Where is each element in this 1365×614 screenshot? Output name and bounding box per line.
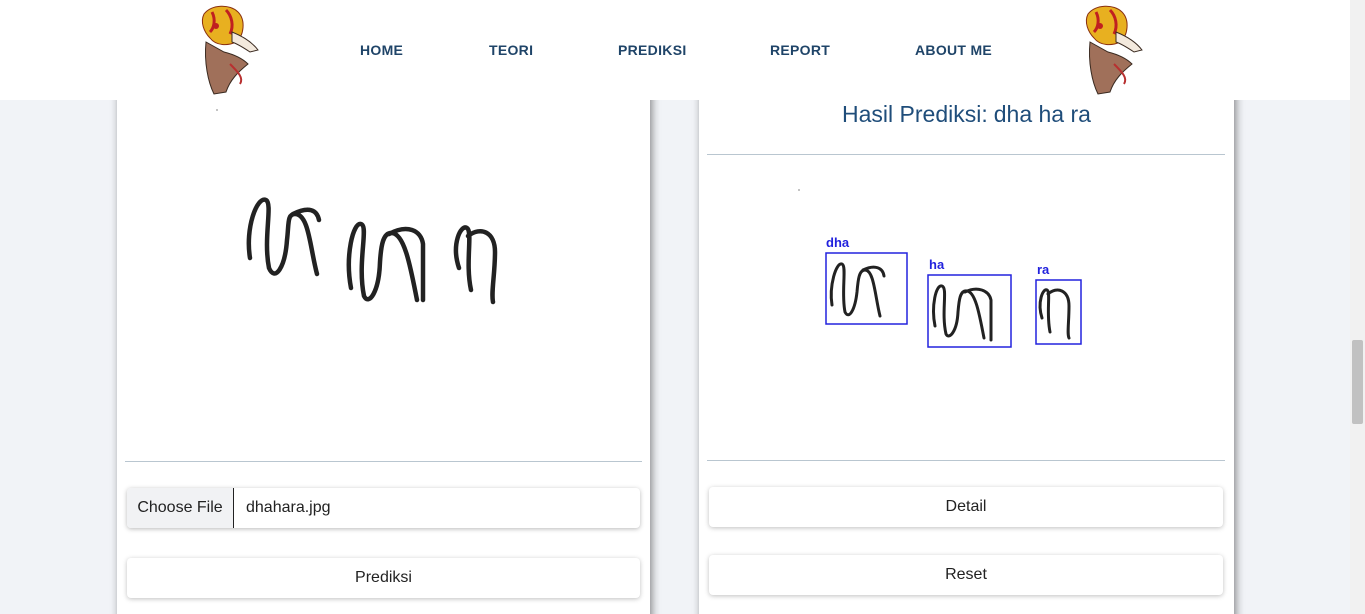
detection-label: ha (929, 257, 945, 272)
detection-box-dha (825, 252, 908, 325)
wayang-logo[interactable] (186, 2, 264, 97)
reset-button[interactable]: Reset (709, 555, 1223, 595)
nav-home[interactable]: HOME (360, 42, 403, 58)
divider (707, 460, 1225, 461)
scrollbar-thumb[interactable] (1352, 340, 1363, 424)
detection-label: ra (1037, 262, 1050, 277)
divider (125, 461, 642, 462)
wayang-logo (1085, 5, 1143, 95)
nav-report[interactable]: REPORT (770, 42, 830, 58)
page: Choose File dhahara.jpg Prediksi Hasil P… (0, 0, 1365, 614)
selected-file-name: dhahara.jpg (246, 499, 331, 516)
nav-prediksi[interactable]: PREDIKSI (618, 42, 687, 58)
file-input[interactable]: Choose File dhahara.jpg (127, 488, 640, 528)
nav-teori[interactable]: TEORI (489, 42, 533, 58)
choose-file-button[interactable]: Choose File (127, 488, 234, 528)
vertical-scrollbar[interactable] (1350, 0, 1365, 614)
nav-about-me[interactable]: ABOUT ME (915, 42, 992, 58)
top-navbar: HOME TEORI PREDIKSI REPORT ABOUT ME (0, 0, 1350, 100)
detail-button[interactable]: Detail (709, 487, 1223, 527)
detection-label: dha (826, 235, 850, 250)
predict-button[interactable]: Prediksi (127, 558, 640, 598)
